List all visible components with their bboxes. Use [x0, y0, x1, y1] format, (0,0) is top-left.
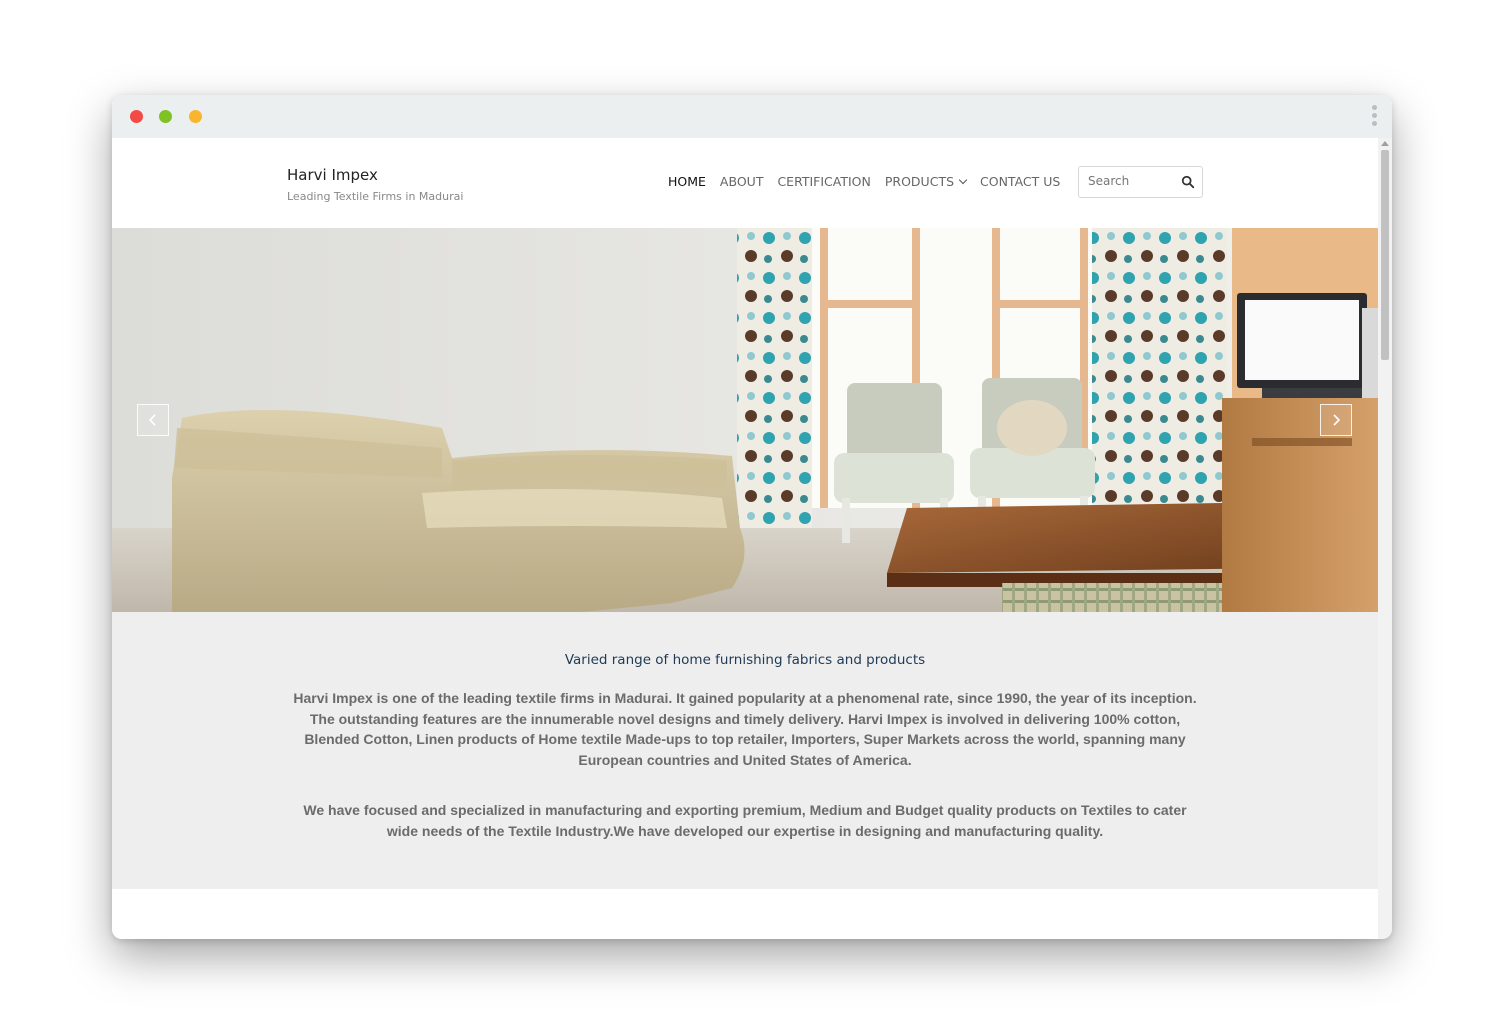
close-window-button[interactable]: [130, 110, 143, 123]
nav-item-products[interactable]: PRODUCTS: [884, 174, 968, 189]
vertical-scrollbar[interactable]: [1378, 138, 1392, 939]
search-box: [1078, 166, 1203, 198]
site-tagline: Leading Textile Firms in Madurai: [287, 190, 464, 203]
main-nav: HOME ABOUT CERTIFICATION PRODUCTS CONTAC…: [668, 174, 1074, 189]
carousel-prev-button[interactable]: [137, 404, 169, 436]
scrollbar-thumb[interactable]: [1381, 150, 1389, 360]
search-input[interactable]: [1088, 174, 1173, 188]
site-header: Harvi Impex Leading Textile Firms in Mad…: [112, 138, 1378, 228]
nav-item-products-label: PRODUCTS: [884, 174, 955, 189]
browser-window: Harvi Impex Leading Textile Firms in Mad…: [112, 95, 1392, 939]
nav-item-about[interactable]: ABOUT: [720, 174, 764, 189]
nav-item-home[interactable]: HOME: [668, 174, 706, 189]
nav-item-contact-us[interactable]: CONTACT US: [980, 174, 1060, 189]
hero-living-room-image: [112, 228, 1378, 612]
chevron-right-icon: [1333, 414, 1341, 426]
scroll-up-icon[interactable]: [1381, 141, 1389, 146]
carousel-next-button[interactable]: [1320, 404, 1352, 436]
page-viewport: Harvi Impex Leading Textile Firms in Mad…: [112, 138, 1378, 939]
maximize-window-button[interactable]: [159, 110, 172, 123]
nav-item-certification[interactable]: CERTIFICATION: [777, 174, 870, 189]
hero-carousel: [112, 228, 1378, 612]
intro-paragraph-2: We have focused and specialized in manuf…: [303, 802, 1187, 839]
site-name[interactable]: Harvi Impex: [287, 166, 378, 184]
more-options-icon[interactable]: [1370, 105, 1378, 129]
next-section: [112, 889, 1378, 939]
intro-section: Varied range of home furnishing fabrics …: [112, 612, 1378, 889]
search-icon[interactable]: [1181, 175, 1195, 189]
chevron-left-icon: [148, 414, 156, 426]
intro-paragraph-1: Harvi Impex is one of the leading textil…: [293, 690, 1197, 768]
intro-heading: Varied range of home furnishing fabrics …: [564, 652, 926, 668]
minimize-window-button[interactable]: [189, 110, 202, 123]
chevron-down-icon: [958, 175, 968, 185]
window-titlebar: [112, 95, 1392, 138]
